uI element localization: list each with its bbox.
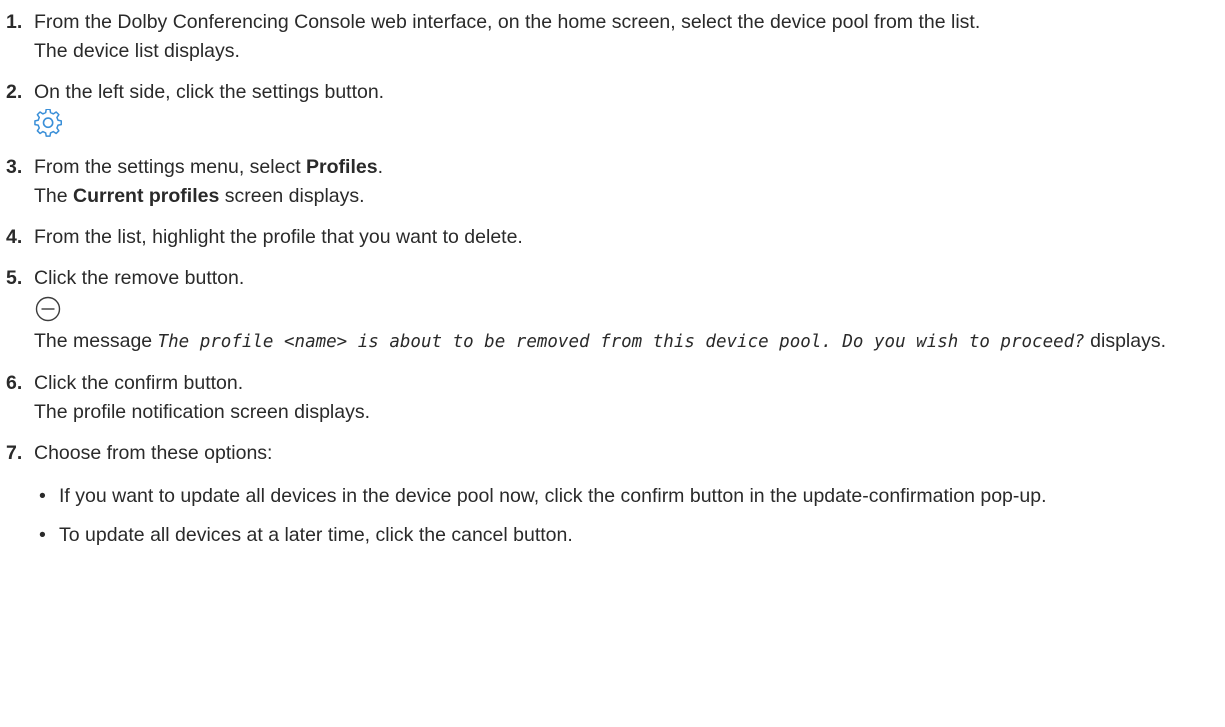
step-number: 6. xyxy=(6,372,23,394)
list-item: • To update all devices at a later time,… xyxy=(34,521,1225,550)
gear-icon xyxy=(34,107,1225,141)
step-text: Click the remove button. xyxy=(34,267,245,289)
current-profiles-label: Current profiles xyxy=(73,185,220,207)
option-text: If you want to update all devices in the… xyxy=(59,485,1047,507)
step-2: 2. On the left side, click the settings … xyxy=(6,78,1225,141)
message-lead: The message xyxy=(34,330,158,352)
step-text: From the Dolby Conferencing Console web … xyxy=(34,11,981,33)
option-text: To update all devices at a later time, c… xyxy=(59,524,573,546)
minus-circle-icon xyxy=(34,293,1225,327)
step-number: 4. xyxy=(6,226,23,248)
removal-message: The profile <name> is about to be remove… xyxy=(157,332,1085,352)
step-number: 1. xyxy=(6,11,23,33)
step-3: 3. From the settings menu, select Profil… xyxy=(6,153,1225,211)
bullet-mark: • xyxy=(39,485,46,507)
step-text: On the left side, click the settings but… xyxy=(34,81,385,103)
step-message: The message The profile <name> is about … xyxy=(34,327,1225,357)
step-7: 7. Choose from these options: • If you w… xyxy=(6,439,1225,550)
message-tail: displays. xyxy=(1084,330,1167,352)
step-result: The Current profiles screen displays. xyxy=(34,182,1225,211)
options-list: • If you want to update all devices in t… xyxy=(34,482,1225,550)
procedure-document: 1. From the Dolby Conferencing Console w… xyxy=(0,0,1225,550)
profiles-menu-label: Profiles xyxy=(306,156,378,178)
result-tail: screen displays. xyxy=(219,185,365,207)
bullet-mark: • xyxy=(39,524,46,546)
step-result: The device list displays. xyxy=(34,40,240,62)
step-number: 2. xyxy=(6,81,23,103)
step-result: The profile notification screen displays… xyxy=(34,401,371,423)
step-4: 4. From the list, highlight the profile … xyxy=(6,223,1225,252)
step-number: 7. xyxy=(6,442,23,464)
step-text: Click the confirm button. xyxy=(34,372,244,394)
step-6: 6. Click the confirm button. The profile… xyxy=(6,369,1225,427)
step-1: 1. From the Dolby Conferencing Console w… xyxy=(6,8,1225,66)
step-text: Choose from these options: xyxy=(34,442,273,464)
step-text: From the settings menu, select Profiles. xyxy=(34,153,1225,182)
step-number: 5. xyxy=(6,267,23,289)
step-number: 3. xyxy=(6,156,23,178)
result-lead: The xyxy=(34,185,74,207)
step-text-lead: From the settings menu, select xyxy=(34,156,307,178)
step-text-tail: . xyxy=(377,156,383,178)
step-5: 5. Click the remove button. The message … xyxy=(6,264,1225,357)
step-text: From the list, highlight the profile tha… xyxy=(34,226,523,248)
list-item: • If you want to update all devices in t… xyxy=(34,482,1225,511)
